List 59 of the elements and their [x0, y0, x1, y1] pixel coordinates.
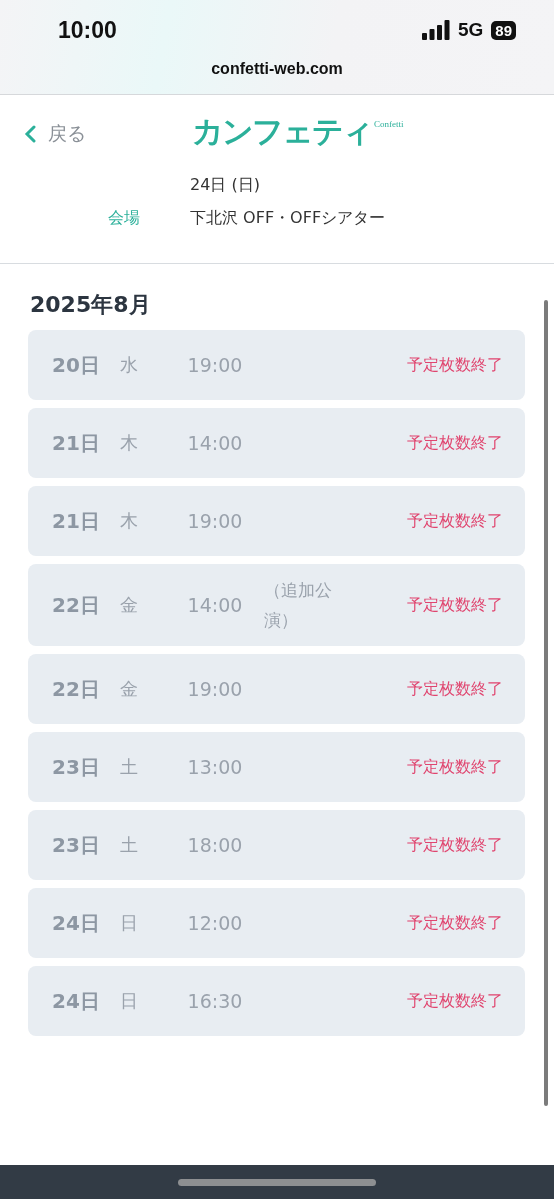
weekday-text: 水 — [120, 353, 139, 377]
performance-row[interactable]: 22日 金 19:00 予定枚数終了 — [28, 654, 525, 724]
day-text: 21日 — [52, 507, 101, 535]
time-text: 19:00 — [186, 354, 244, 376]
status-text: 予定枚数終了 — [407, 594, 503, 616]
day-text: 22日 — [52, 675, 101, 703]
performance-row[interactable]: 22日 金 14:00 （追加公演） 予定枚数終了 — [28, 564, 525, 646]
time-text: 19:00 — [186, 510, 244, 532]
clock: 10:00 — [58, 16, 118, 44]
performance-row[interactable]: 23日 土 18:00 予定枚数終了 — [28, 810, 525, 880]
time-text: 18:00 — [186, 834, 244, 856]
time-text: 14:00 — [186, 594, 244, 616]
scrollbar[interactable] — [544, 300, 548, 1106]
status-text: 予定枚数終了 — [407, 834, 503, 856]
url-text[interactable]: confetti-web.com — [0, 60, 554, 78]
performance-row[interactable]: 23日 土 13:00 予定枚数終了 — [28, 732, 525, 802]
performance-row[interactable]: 20日 水 19:00 予定枚数終了 — [28, 330, 525, 400]
status-text: 予定枚数終了 — [407, 354, 503, 376]
back-button[interactable]: 戻る — [24, 121, 86, 147]
day-text: 24日 — [52, 987, 101, 1015]
day-text: 21日 — [52, 429, 101, 457]
network-type: 5G — [457, 19, 484, 41]
time-text: 16:30 — [186, 990, 244, 1012]
time-text: 19:00 — [186, 678, 244, 700]
time-text: 14:00 — [186, 432, 244, 454]
venue-text: 下北沢 OFF・OFFシアター — [190, 208, 387, 229]
status-text: 予定枚数終了 — [407, 678, 503, 700]
weekday-text: 金 — [120, 677, 139, 701]
weekday-text: 日 — [120, 911, 139, 935]
status-text: 予定枚数終了 — [407, 510, 503, 532]
date-text: 24日 (日) — [190, 175, 261, 196]
performance-row[interactable]: 21日 木 19:00 予定枚数終了 — [28, 486, 525, 556]
home-indicator[interactable] — [178, 1178, 376, 1186]
venue-label: 会場 — [107, 208, 141, 229]
day-text: 23日 — [52, 831, 101, 859]
weekday-text: 日 — [120, 989, 139, 1013]
status-text: 予定枚数終了 — [407, 432, 503, 454]
day-text: 20日 — [52, 351, 101, 379]
performance-row[interactable]: 24日 日 12:00 予定枚数終了 — [28, 888, 525, 958]
battery-icon: 89 — [491, 20, 516, 40]
day-text: 22日 — [52, 591, 101, 619]
weekday-text: 木 — [120, 431, 139, 455]
weekday-text: 木 — [120, 509, 139, 533]
status-text: 予定枚数終了 — [407, 912, 503, 934]
performance-row[interactable]: 21日 木 14:00 予定枚数終了 — [28, 408, 525, 478]
day-text: 24日 — [52, 909, 101, 937]
status-text: 予定枚数終了 — [407, 756, 503, 778]
day-text: 23日 — [52, 753, 101, 781]
chevron-left-icon — [24, 125, 36, 143]
signal-icon — [421, 20, 450, 40]
weekday-text: 土 — [120, 755, 139, 779]
performance-row[interactable]: 24日 日 16:30 予定枚数終了 — [28, 966, 525, 1036]
weekday-text: 土 — [120, 833, 139, 857]
time-text: 12:00 — [186, 912, 244, 934]
time-text: 13:00 — [186, 756, 244, 778]
status-text: 予定枚数終了 — [407, 990, 503, 1012]
note-text: （追加公演） — [264, 579, 333, 632]
month-heading: 2025年8月 — [29, 291, 152, 319]
weekday-text: 金 — [120, 593, 139, 617]
